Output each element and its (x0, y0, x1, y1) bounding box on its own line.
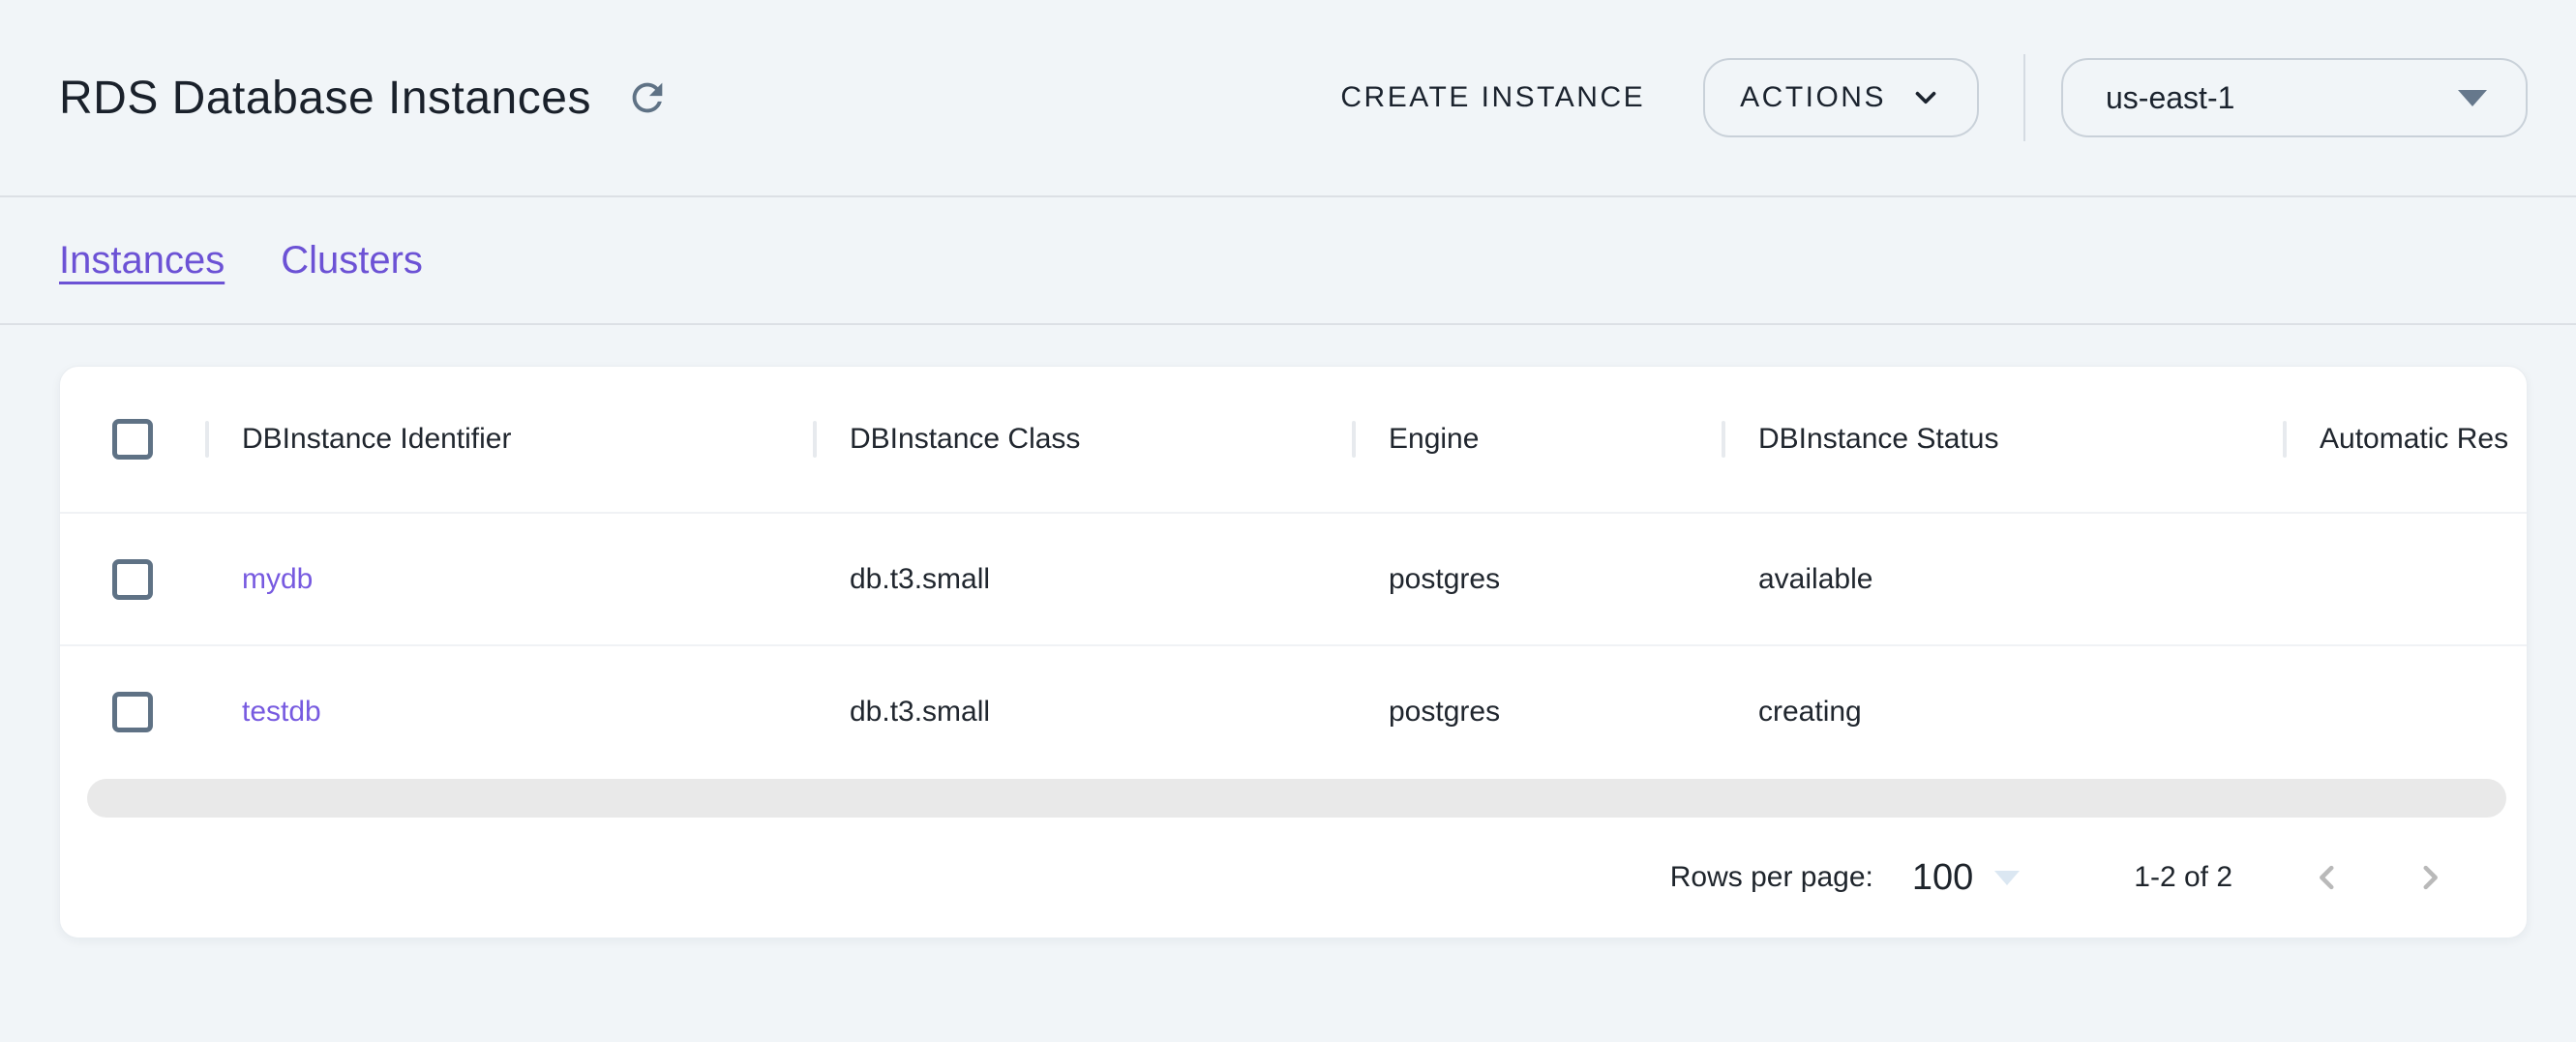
tab-bar: Instances Clusters (0, 197, 2576, 325)
region-select-value: us-east-1 (2106, 80, 2234, 116)
instance-link[interactable]: mydb (242, 563, 313, 596)
chevron-left-icon (2311, 861, 2344, 894)
pagination-range: 1-2 of 2 (2134, 861, 2232, 894)
cell-engine: postgres (1389, 563, 1500, 596)
tab-clusters[interactable]: Clusters (281, 239, 423, 283)
refresh-button[interactable] (620, 71, 674, 125)
chevron-down-icon (1909, 81, 1942, 114)
app-header: RDS Database Instances CREATE INSTANCE A… (0, 0, 2576, 197)
table-row: testdb db.t3.small postgres creating (60, 646, 2527, 777)
column-header-status: DBInstance Status (1722, 367, 2283, 512)
column-header-class: DBInstance Class (813, 367, 1352, 512)
column-divider (813, 421, 817, 458)
cell-status: creating (1758, 696, 1862, 729)
rows-per-page-label: Rows per page: (1670, 861, 1873, 894)
triangle-down-icon (2458, 90, 2487, 106)
table-row: mydb db.t3.small postgres available (60, 514, 2527, 644)
column-header-engine: Engine (1352, 367, 1722, 512)
column-divider (1722, 421, 1725, 458)
column-header-identifier: DBInstance Identifier (205, 367, 813, 512)
actions-button[interactable]: ACTIONS (1703, 58, 1979, 137)
select-all-checkbox[interactable] (112, 419, 153, 460)
instances-table-card: DBInstance Identifier DBInstance Class E… (59, 366, 2528, 938)
column-divider (2283, 421, 2287, 458)
tab-instances[interactable]: Instances (59, 239, 225, 283)
cell-class: db.t3.small (850, 696, 990, 729)
cell-status: available (1758, 563, 1872, 596)
row-checkbox[interactable] (112, 692, 153, 732)
actions-button-label: ACTIONS (1740, 81, 1886, 114)
next-page-button[interactable] (2395, 843, 2465, 912)
pagination-bar: Rows per page: 100 1-2 of 2 (60, 818, 2527, 938)
horizontal-scrollbar-thumb[interactable] (87, 779, 2506, 818)
row-checkbox[interactable] (112, 559, 153, 600)
column-divider (205, 421, 209, 458)
chevron-right-icon (2413, 861, 2446, 894)
column-header-automatic: Automatic Res (2283, 367, 2527, 512)
instance-link[interactable]: testdb (242, 696, 321, 729)
previous-page-button[interactable] (2292, 843, 2362, 912)
create-instance-button[interactable]: CREATE INSTANCE (1311, 62, 1674, 134)
column-divider (1352, 421, 1356, 458)
refresh-icon (625, 75, 670, 120)
triangle-down-icon (1994, 871, 2020, 885)
rows-per-page-value: 100 (1912, 857, 1973, 899)
page-title: RDS Database Instances (59, 72, 591, 125)
header-divider (2023, 54, 2025, 141)
table-header-row: DBInstance Identifier DBInstance Class E… (60, 367, 2527, 512)
table-scroll-area: DBInstance Identifier DBInstance Class E… (60, 367, 2527, 777)
cell-engine: postgres (1389, 696, 1500, 729)
cell-class: db.t3.small (850, 563, 990, 596)
rows-per-page-select[interactable]: 100 (1912, 857, 2020, 899)
region-select[interactable]: us-east-1 (2061, 58, 2528, 137)
